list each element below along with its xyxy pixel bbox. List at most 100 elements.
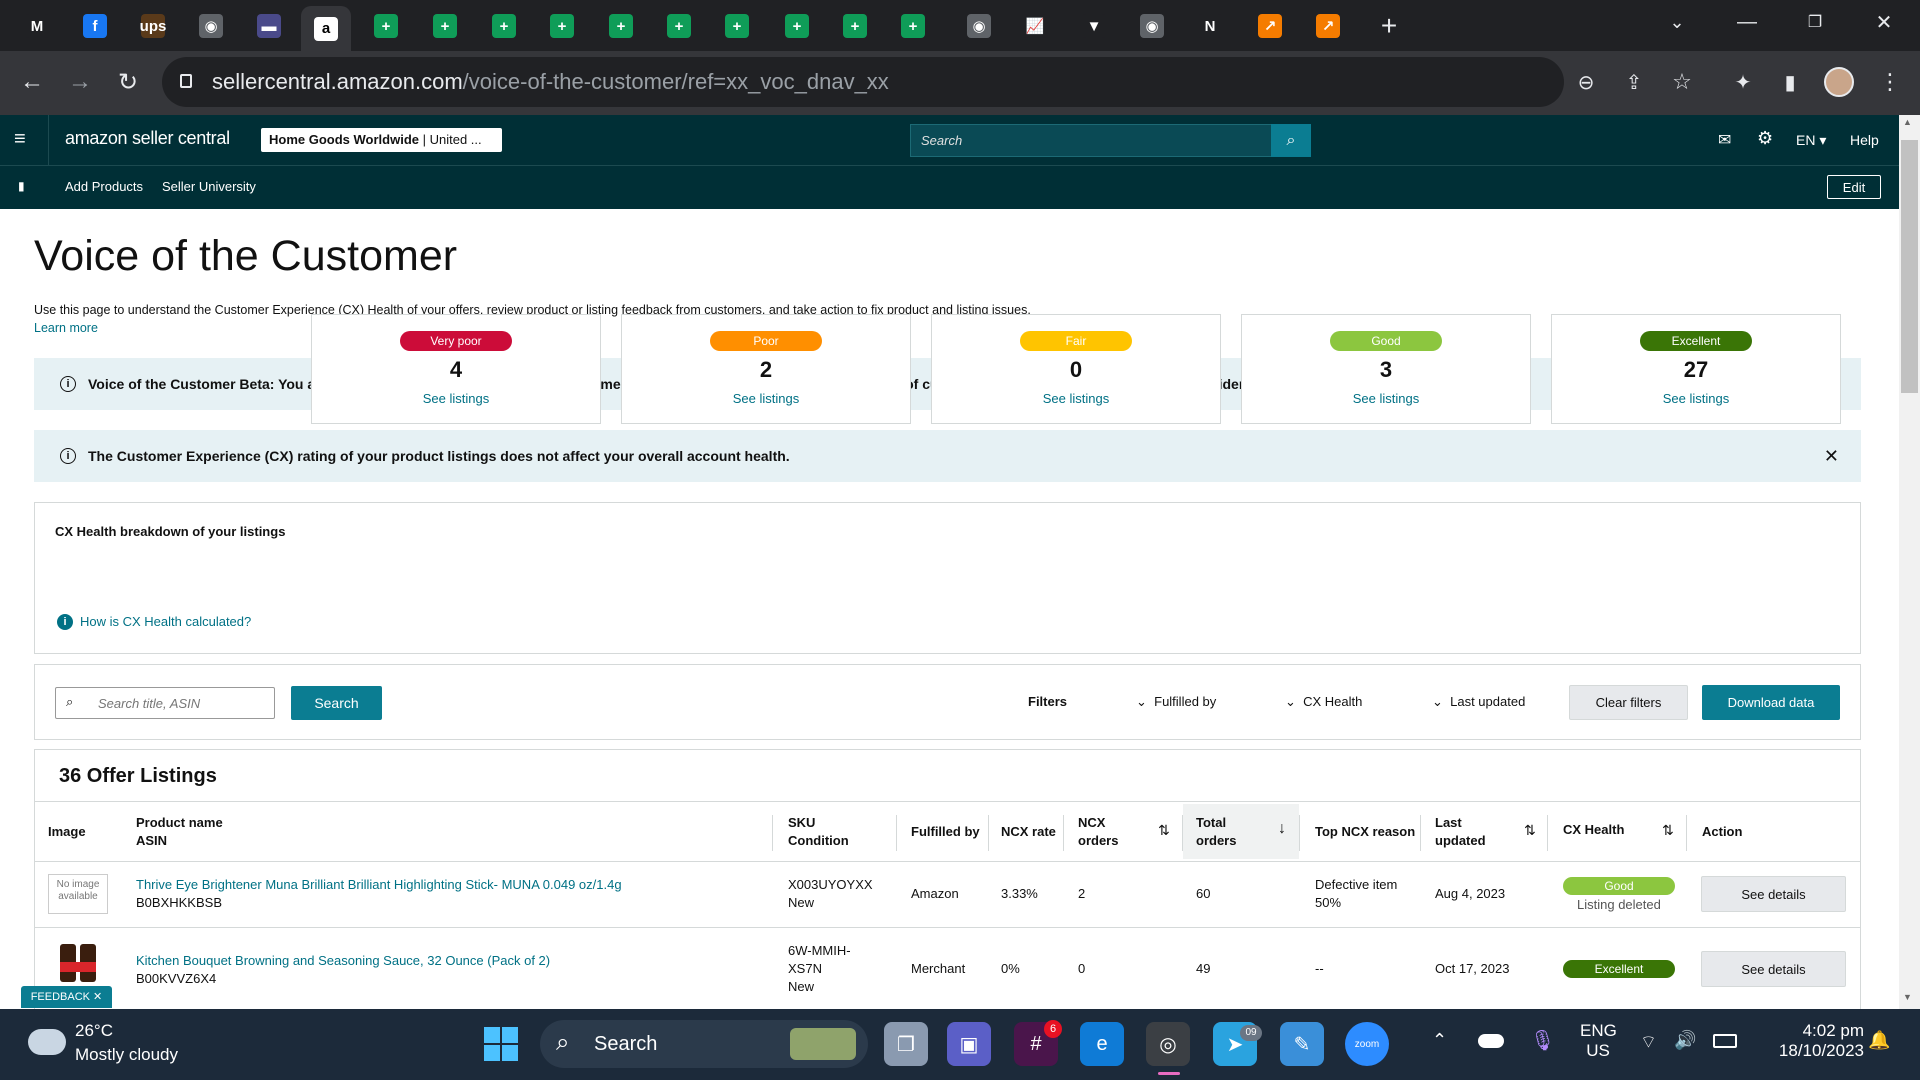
col-product-name[interactable]: Product name ASIN: [136, 814, 223, 850]
product-name-link[interactable]: Kitchen Bouquet Browning and Seasoning S…: [136, 952, 550, 970]
browser-tab[interactable]: M: [12, 6, 62, 46]
browser-tab[interactable]: ◉: [954, 6, 1004, 46]
see-listings-link[interactable]: See listings: [622, 391, 910, 406]
weather-temp[interactable]: 26°C: [75, 1021, 113, 1041]
onedrive-icon[interactable]: [1478, 1034, 1504, 1048]
browser-tab[interactable]: ◉: [186, 6, 236, 46]
product-thumbnail[interactable]: [58, 940, 100, 984]
menu-kebab-icon[interactable]: ⋮: [1872, 64, 1908, 100]
clock[interactable]: 4:02 pm 18/10/2023: [1760, 1021, 1864, 1061]
forward-icon[interactable]: →: [62, 64, 98, 100]
scroll-down-arrow[interactable]: ▼: [1903, 992, 1912, 1002]
browser-tab[interactable]: +: [712, 6, 762, 46]
sort-both-icon[interactable]: ⇅: [1524, 822, 1536, 839]
teams-chat-icon[interactable]: ▣: [947, 1022, 991, 1066]
back-icon[interactable]: ←: [14, 64, 50, 100]
paint-icon[interactable]: ✎: [1280, 1022, 1324, 1066]
browser-tab[interactable]: ↗: [1303, 6, 1353, 46]
listing-search-input[interactable]: ⌕ Search title, ASIN: [55, 687, 275, 719]
profile-avatar[interactable]: [1824, 67, 1854, 97]
browser-tab[interactable]: +: [654, 6, 704, 46]
how-calculated-link[interactable]: How is CX Health calculated?: [80, 614, 251, 629]
reload-icon[interactable]: ↻: [110, 64, 146, 100]
task-view-icon[interactable]: ❐: [884, 1022, 928, 1066]
bookmark-star-icon[interactable]: ☆: [1664, 64, 1700, 100]
col-fulfilled-by[interactable]: Fulfilled by: [911, 823, 980, 841]
col-cx-health[interactable]: CX Health: [1563, 821, 1624, 839]
browser-tab[interactable]: ▼: [1069, 6, 1119, 46]
browser-tab[interactable]: +: [420, 6, 470, 46]
new-tab-button[interactable]: +: [1364, 6, 1414, 46]
taskbar-search-input[interactable]: ⌕ Search: [540, 1020, 868, 1068]
see-details-button[interactable]: See details: [1701, 951, 1846, 987]
zoom-icon[interactable]: ⊖: [1568, 64, 1604, 100]
see-listings-link[interactable]: See listings: [1242, 391, 1530, 406]
settings-gear-icon[interactable]: ⚙: [1757, 128, 1773, 149]
browser-tab[interactable]: +: [361, 6, 411, 46]
browser-tab[interactable]: ◉: [1127, 6, 1177, 46]
windows-start-icon[interactable]: [484, 1027, 518, 1061]
header-search-input[interactable]: Search: [910, 124, 1272, 157]
share-icon[interactable]: ⇪: [1616, 64, 1652, 100]
account-switcher[interactable]: Home Goods Worldwide | United ...: [261, 128, 502, 152]
scrollbar-thumb[interactable]: [1901, 140, 1918, 393]
browser-tab[interactable]: +: [830, 6, 880, 46]
search-button[interactable]: Search: [291, 686, 382, 720]
edge-icon[interactable]: e: [1080, 1022, 1124, 1066]
see-listings-link[interactable]: See listings: [1552, 391, 1840, 406]
zoom-icon[interactable]: zoom: [1345, 1022, 1389, 1066]
browser-tab[interactable]: a: [301, 6, 351, 51]
volume-icon[interactable]: 🔊: [1674, 1030, 1696, 1051]
minimize-icon[interactable]: —: [1718, 0, 1776, 44]
nav-add-products[interactable]: Add Products: [65, 179, 143, 194]
col-top-ncx-reason[interactable]: Top NCX reason: [1315, 823, 1415, 841]
extensions-icon[interactable]: ✦: [1725, 64, 1761, 100]
chrome-icon[interactable]: ◎: [1146, 1022, 1190, 1066]
lock-icon[interactable]: [180, 74, 192, 88]
browser-tab[interactable]: +: [596, 6, 646, 46]
sort-desc-icon[interactable]: ↓: [1278, 820, 1286, 838]
close-window-icon[interactable]: ✕: [1855, 0, 1913, 44]
hamburger-menu-icon[interactable]: ≡: [14, 128, 26, 151]
microphone-icon[interactable]: 🎙: [1530, 1028, 1555, 1053]
edit-nav-button[interactable]: Edit: [1827, 175, 1881, 199]
see-listings-link[interactable]: See listings: [932, 391, 1220, 406]
download-data-button[interactable]: Download data: [1702, 685, 1840, 720]
cloud-weather-icon[interactable]: [28, 1029, 66, 1055]
notification-bell-icon[interactable]: 🔔: [1868, 1030, 1890, 1051]
battery-icon[interactable]: [1713, 1034, 1737, 1048]
header-search-icon[interactable]: ⌕: [1271, 124, 1311, 157]
show-hidden-icons[interactable]: ⌃: [1432, 1030, 1447, 1051]
language-indicator[interactable]: ENG US: [1580, 1021, 1617, 1061]
restore-icon[interactable]: ❐: [1786, 0, 1844, 44]
filter-fulfilled-by[interactable]: ⌄ Fulfilled by: [1136, 694, 1216, 710]
col-sku[interactable]: SKU Condition: [788, 814, 849, 850]
col-ncx-rate[interactable]: NCX rate: [1001, 823, 1056, 841]
mail-icon[interactable]: ✉: [1718, 130, 1731, 150]
browser-tab[interactable]: +: [888, 6, 938, 46]
learn-more-link[interactable]: Learn more: [34, 321, 98, 335]
col-ncx-orders[interactable]: NCX orders: [1078, 814, 1118, 850]
wifi-icon[interactable]: ⌔: [1640, 1031, 1657, 1054]
sort-both-icon[interactable]: ⇅: [1158, 822, 1170, 839]
browser-tab[interactable]: ups: [128, 6, 178, 46]
filter-last-updated[interactable]: ⌄ Last updated: [1432, 694, 1525, 710]
side-panel-icon[interactable]: ▮: [1772, 64, 1808, 100]
seller-central-logo[interactable]: amazon seller central: [65, 128, 230, 149]
browser-tab[interactable]: +: [772, 6, 822, 46]
col-total-orders[interactable]: Total orders: [1196, 814, 1236, 850]
url-text[interactable]: sellercentral.amazon.com/voice-of-the-cu…: [212, 69, 889, 95]
col-last-updated[interactable]: Last updated: [1435, 814, 1486, 850]
browser-tab[interactable]: f: [70, 6, 120, 46]
see-details-button[interactable]: See details: [1701, 876, 1846, 912]
nav-seller-university[interactable]: Seller University: [162, 179, 256, 194]
filter-cx-health[interactable]: ⌄ CX Health: [1285, 694, 1362, 710]
close-banner-icon[interactable]: ✕: [1824, 446, 1839, 467]
feedback-tab[interactable]: FEEDBACK ✕: [21, 986, 112, 1008]
browser-tab[interactable]: +: [479, 6, 529, 46]
browser-tab[interactable]: +: [537, 6, 587, 46]
browser-tab[interactable]: ↗: [1245, 6, 1295, 46]
product-name-link[interactable]: Thrive Eye Brightener Muna Brilliant Bri…: [136, 876, 622, 894]
browser-tab[interactable]: 📈: [1010, 6, 1060, 46]
browser-tab[interactable]: N: [1185, 6, 1235, 46]
